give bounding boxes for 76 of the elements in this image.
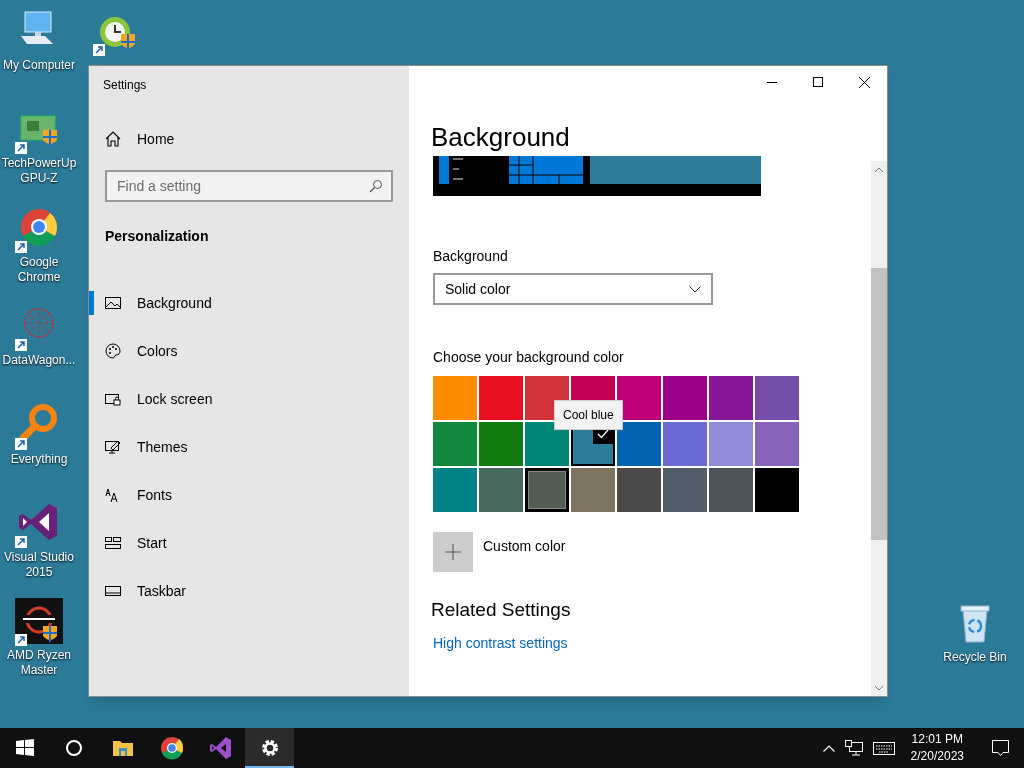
- color-swatch[interactable]: [755, 468, 799, 512]
- search-field[interactable]: Find a setting: [105, 170, 393, 202]
- color-swatch[interactable]: [433, 468, 477, 512]
- section-label: Choose your background color: [433, 348, 625, 367]
- desktop-icon-label[interactable]: Google Chrome: [0, 255, 78, 285]
- color-swatch[interactable]: [479, 376, 523, 420]
- color-swatch[interactable]: [663, 468, 707, 512]
- sidebar-item[interactable]: Themes: [89, 423, 409, 471]
- color-swatch[interactable]: [709, 376, 753, 420]
- color-swatch[interactable]: [755, 422, 799, 466]
- sidebar-item[interactable]: Taskbar: [89, 567, 409, 615]
- home-icon: [105, 131, 121, 147]
- desktop-icon-label[interactable]: AMD Ryzen Master: [0, 648, 78, 678]
- plus-icon: [445, 544, 461, 560]
- search-icon: [369, 179, 383, 193]
- infinity-icon: [208, 736, 233, 760]
- minimize-icon: [767, 81, 777, 83]
- color-swatch[interactable]: [755, 376, 799, 420]
- home-nav-item[interactable]: Home: [105, 126, 409, 152]
- section-heading: Related Settings: [431, 598, 572, 622]
- color-swatch[interactable]: [663, 422, 707, 466]
- color-swatch[interactable]: [617, 422, 661, 466]
- lock-screen-icon: [105, 391, 121, 407]
- color-swatch[interactable]: [571, 468, 615, 512]
- desktop-icon-label[interactable]: Everything: [10, 452, 68, 467]
- color-swatch[interactable]: [709, 468, 753, 512]
- clock[interactable]: 12:01 PM 2/20/2023: [904, 731, 970, 765]
- field-label: Background: [433, 247, 509, 266]
- color-swatch[interactable]: [525, 422, 569, 466]
- chevron-down-icon: [689, 285, 701, 293]
- sidebar-item[interactable]: Lock screen: [89, 375, 409, 423]
- desktop-icon-label[interactable]: DataWagon...: [2, 353, 76, 368]
- color-swatch[interactable]: [617, 376, 661, 420]
- custom-color-button[interactable]: [433, 532, 473, 572]
- picture-icon: [105, 295, 121, 311]
- sidebar-item[interactable]: Start: [89, 519, 409, 567]
- color-swatch[interactable]: [479, 422, 523, 466]
- scroll-up-icon: [875, 167, 883, 172]
- section-heading: Personalization: [105, 227, 210, 246]
- tooltip: Cool blue: [554, 400, 623, 430]
- scroll-thumb[interactable]: [871, 268, 887, 540]
- start-tiles-icon: [105, 535, 121, 551]
- page-heading: Background: [431, 121, 571, 154]
- speech-bubble-icon: [991, 740, 1009, 756]
- high-contrast-link[interactable]: High contrast settings: [433, 632, 568, 654]
- chip-icon[interactable]: [15, 598, 63, 646]
- custom-color-label[interactable]: Custom color: [483, 536, 566, 557]
- sidebar-item[interactable]: Colors: [89, 327, 409, 375]
- desktop-icon-label[interactable]: My Computer: [3, 58, 75, 73]
- fonts-icon: [105, 487, 121, 503]
- keyboard-icon[interactable]: [872, 741, 895, 755]
- network-icon[interactable]: [844, 740, 863, 756]
- sidebar-item[interactable]: Background: [89, 279, 409, 327]
- scroll-down-icon: [875, 686, 883, 691]
- color-swatch[interactable]: [617, 468, 661, 512]
- desktop-icon-label[interactable]: Visual Studio 2015: [0, 550, 78, 580]
- color-swatch[interactable]: [433, 422, 477, 466]
- sidebar-item[interactable]: Fonts: [89, 471, 409, 519]
- chevron-up-icon[interactable]: [822, 744, 835, 752]
- background-dropdown[interactable]: Solid color: [433, 273, 713, 305]
- color-swatch[interactable]: [525, 468, 569, 512]
- taskbar-icon: [105, 583, 121, 599]
- close-icon: [858, 76, 870, 88]
- taskbar-button[interactable]: [245, 728, 294, 768]
- palette-icon: [105, 343, 121, 359]
- scrollbar[interactable]: [871, 161, 887, 696]
- maximize-icon: [813, 77, 823, 87]
- color-swatch[interactable]: [433, 376, 477, 420]
- desktop-icon-label[interactable]: TechPowerUp GPU-Z: [0, 156, 78, 186]
- browser-icon: [159, 736, 184, 760]
- color-swatch[interactable]: [663, 376, 707, 420]
- window-title: Settings: [103, 77, 148, 94]
- color-swatch[interactable]: [479, 468, 523, 512]
- color-swatch[interactable]: [709, 422, 753, 466]
- desktop-icon-label[interactable]: Recycle Bin: [943, 650, 1007, 665]
- monitor-brush-icon: [105, 439, 121, 455]
